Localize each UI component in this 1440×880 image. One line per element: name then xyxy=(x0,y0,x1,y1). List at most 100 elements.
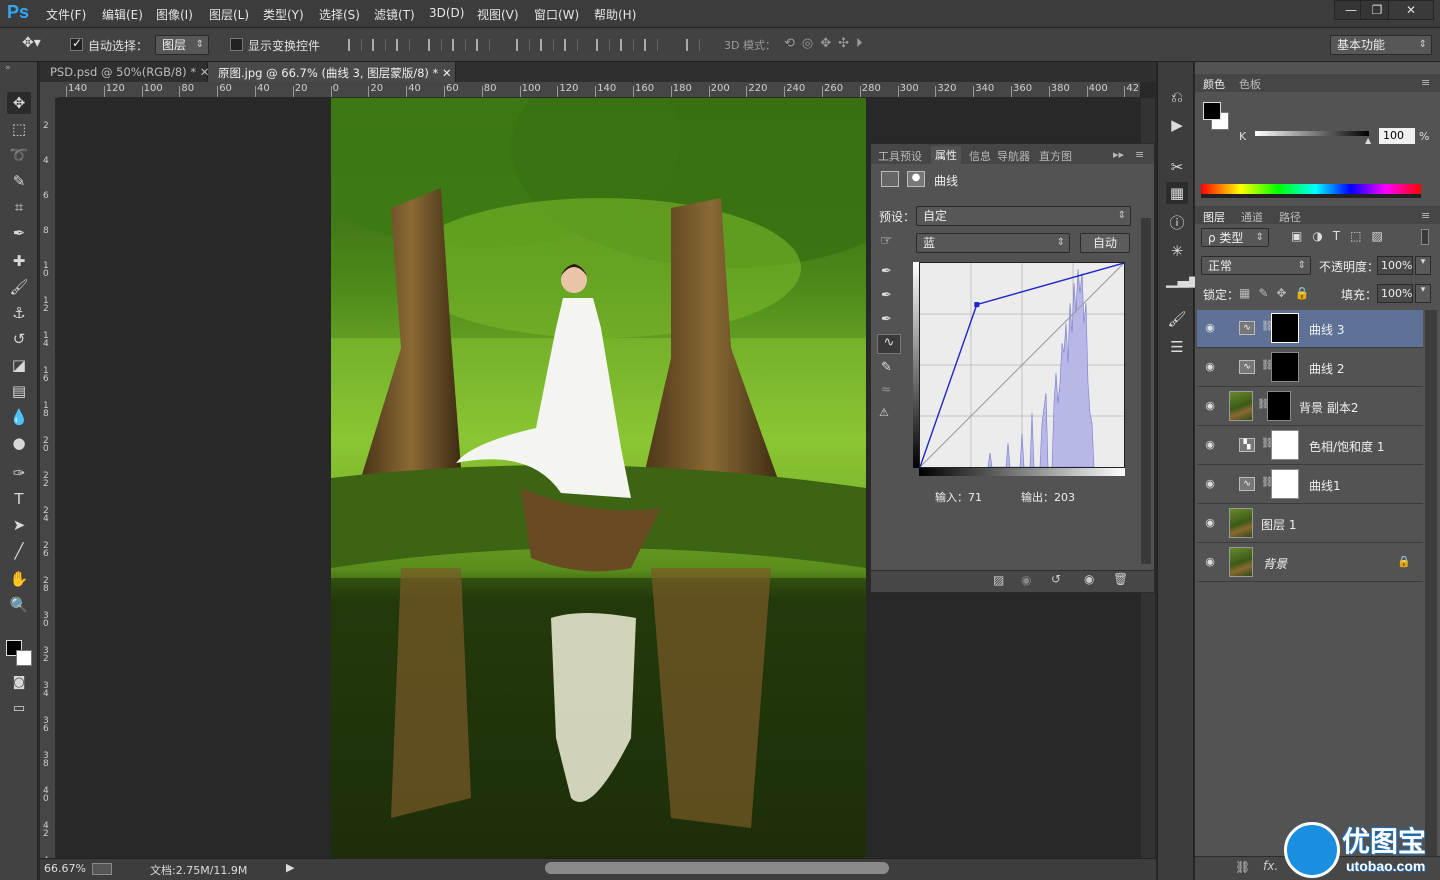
menu-type[interactable]: 类型(Y) xyxy=(263,6,304,23)
curve-point-tool-icon[interactable]: ∿ xyxy=(877,334,901,354)
panel-expand-icon[interactable]: ▸▸ xyxy=(1113,148,1124,161)
layer-name[interactable]: 图层 1 xyxy=(1261,516,1296,533)
layer-thumbnail[interactable] xyxy=(1229,391,1253,421)
move-tool-icon[interactable]: ✥▾ xyxy=(22,35,41,51)
layer-mask-thumbnail[interactable] xyxy=(1271,313,1299,343)
auto-button[interactable]: 自动 xyxy=(1080,233,1130,253)
layer-row-curves1[interactable]: ◉ ∿ ⛓ 曲线1 xyxy=(1197,466,1423,504)
menu-filter[interactable]: 滤镜(T) xyxy=(374,6,415,23)
stamp-tool-icon[interactable]: ⚓ xyxy=(7,302,31,324)
eye-icon[interactable]: ◉ xyxy=(1203,477,1217,491)
align-top-icon[interactable] xyxy=(348,39,362,51)
eye-icon[interactable]: ◉ xyxy=(1203,399,1217,413)
tab-navigator[interactable]: 导航器 xyxy=(997,148,1030,164)
tab-layers[interactable]: 图层 xyxy=(1203,209,1225,225)
align-vcenter-icon[interactable] xyxy=(372,39,386,51)
fill-dropdown-icon[interactable]: ▾ xyxy=(1415,284,1431,303)
filter-toggle[interactable] xyxy=(1421,229,1429,245)
eye-icon[interactable]: ◉ xyxy=(1203,438,1217,452)
tool-presets-icon[interactable]: ✂ xyxy=(1166,156,1188,178)
auto-select-checkbox[interactable] xyxy=(70,36,83,51)
menu-layer[interactable]: 图层(L) xyxy=(209,6,249,23)
distribute-vcenter-icon[interactable] xyxy=(540,39,554,51)
brush-tool-icon[interactable]: 🖌 xyxy=(7,276,31,298)
menu-3d[interactable]: 3D(D) xyxy=(429,6,464,20)
lock-options-icons[interactable]: ▦✎✥🔒 xyxy=(1239,286,1317,300)
sample-white-eyedropper-icon[interactable]: ✒ xyxy=(881,312,892,327)
healing-tool-icon[interactable]: ✚ xyxy=(7,250,31,272)
workspace-dropdown[interactable]: 基本功能 xyxy=(1330,35,1432,55)
status-menu-arrow-icon[interactable]: ▶ xyxy=(286,861,294,874)
tab-paths[interactable]: 路径 xyxy=(1279,209,1301,225)
path-select-tool-icon[interactable]: ➤ xyxy=(7,514,31,536)
properties-scrollbar[interactable] xyxy=(1141,218,1151,564)
k-value-input[interactable]: 100 xyxy=(1379,128,1415,144)
gradient-tool-icon[interactable]: ▤ xyxy=(7,380,31,402)
tab-color[interactable]: 颜色 xyxy=(1203,76,1225,92)
layer-row-background[interactable]: ◉ 背景 🔒 xyxy=(1197,544,1423,582)
delete-icon[interactable]: 🗑 xyxy=(1113,572,1128,586)
layer-row-bg-copy2[interactable]: ◉ ⛓ 背景 副本2 xyxy=(1197,388,1423,426)
channel-dropdown[interactable]: 蓝 xyxy=(916,233,1070,253)
tab-info[interactable]: 信息 xyxy=(969,148,991,164)
reset-icon[interactable]: ↺ xyxy=(1051,572,1061,586)
status-view-icon[interactable] xyxy=(92,863,112,875)
history-brush-tool-icon[interactable]: ↺ xyxy=(7,328,31,350)
tab-psd[interactable]: PSD.psd @ 50%(RGB/8) * ✕ xyxy=(40,62,209,82)
color-spectrum-ramp[interactable] xyxy=(1201,184,1421,198)
crop-tool-icon[interactable]: ⌗ xyxy=(7,196,31,218)
menu-file[interactable]: 文件(F) xyxy=(46,6,86,23)
eye-icon[interactable]: ◉ xyxy=(1203,321,1217,335)
layer-name[interactable]: 曲线 3 xyxy=(1309,321,1344,338)
blend-mode-dropdown[interactable]: 正常 xyxy=(1201,256,1311,275)
close-icon[interactable]: ✕ xyxy=(442,66,452,80)
history-icon[interactable]: ⎌ xyxy=(1166,86,1188,108)
ruler-origin[interactable] xyxy=(40,82,58,98)
lasso-tool-icon[interactable]: ➰ xyxy=(7,144,31,166)
tab-properties[interactable]: 属性 xyxy=(931,146,961,164)
tab-channels[interactable]: 通道 xyxy=(1241,209,1263,225)
type-tool-icon[interactable]: T xyxy=(7,488,31,510)
menu-select[interactable]: 选择(S) xyxy=(319,6,360,23)
layer-thumbnail[interactable] xyxy=(1229,508,1253,538)
eye-icon[interactable]: ◉ xyxy=(1203,555,1217,569)
opacity-dropdown-icon[interactable]: ▾ xyxy=(1415,256,1431,275)
distribute-bottom-icon[interactable] xyxy=(564,39,578,51)
layer-name[interactable]: 色相/饱和度 1 xyxy=(1309,438,1385,455)
clipping-warning-icon[interactable]: ⚠ xyxy=(879,406,889,419)
curves-svg[interactable] xyxy=(919,262,1125,468)
menu-image[interactable]: 图像(I) xyxy=(156,6,193,23)
menu-window[interactable]: 窗口(W) xyxy=(534,6,579,23)
layer-name[interactable]: 背景 xyxy=(1263,555,1287,572)
horizontal-scrollbar-thumb[interactable] xyxy=(545,862,889,874)
eye-icon[interactable]: ◉ xyxy=(1203,360,1217,374)
tab-histogram[interactable]: 直方图 xyxy=(1039,148,1072,164)
sample-black-eyedropper-icon[interactable]: ✒ xyxy=(881,264,892,279)
smooth-curve-icon[interactable]: ≈ xyxy=(881,382,891,396)
eye-icon[interactable]: ◉ xyxy=(1203,516,1217,530)
layer-filter-dropdown[interactable]: ρ 类型 xyxy=(1201,228,1269,247)
align-right-icon[interactable] xyxy=(476,39,490,51)
layer-filter-icons[interactable]: ▣◑T⬚▨ xyxy=(1291,229,1393,243)
align-bottom-icon[interactable] xyxy=(396,39,410,51)
layer-row-layer1[interactable]: ◉ 图层 1 xyxy=(1197,505,1423,543)
eyedropper-tool-icon[interactable]: ✒ xyxy=(7,222,31,244)
eraser-tool-icon[interactable]: ◪ xyxy=(7,354,31,376)
pen-tool-icon[interactable]: ✑ xyxy=(7,462,31,484)
layer-mask-thumbnail[interactable] xyxy=(1271,430,1299,460)
zoom-readout[interactable]: 66.67% xyxy=(44,862,86,875)
tab-original-jpg[interactable]: 原图.jpg @ 66.7% (曲线 3, 图层蒙版/8) * ✕ xyxy=(208,62,456,82)
layer-name[interactable]: 背景 副本2 xyxy=(1299,399,1358,416)
show-transform-checkbox[interactable] xyxy=(230,38,243,51)
pencil-curve-icon[interactable]: ✎ xyxy=(881,360,892,375)
target-adjust-hand-icon[interactable]: ☞ xyxy=(880,233,893,249)
quick-mask-icon[interactable]: ◙ xyxy=(7,672,31,694)
layer-row-curves3[interactable]: ◉ ∿ ⛓ 曲线 3 xyxy=(1197,310,1423,348)
layer-thumbnail[interactable] xyxy=(1229,547,1253,577)
curves-graph[interactable] xyxy=(919,262,1125,468)
opacity-input[interactable]: 100% xyxy=(1377,256,1413,275)
blur-tool-icon[interactable]: 💧 xyxy=(7,406,31,428)
layer-name[interactable]: 曲线 2 xyxy=(1309,360,1344,377)
fx-icon[interactable]: fx. xyxy=(1263,859,1278,873)
auto-select-target-dropdown[interactable]: 图层 xyxy=(155,35,209,55)
